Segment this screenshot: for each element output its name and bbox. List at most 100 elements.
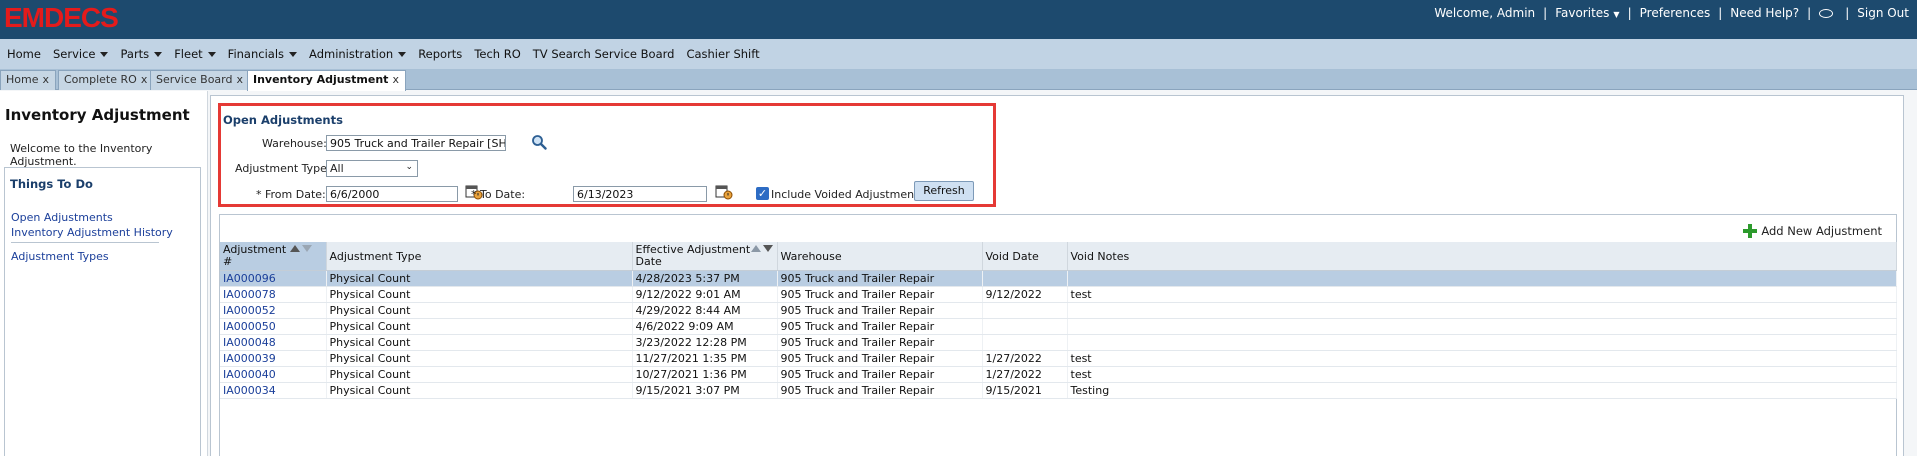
adjustment-link[interactable]: IA000034 xyxy=(223,384,276,397)
warehouse-cell: 905 Truck and Trailer Repair xyxy=(777,334,983,351)
table-row[interactable]: IA000040 Physical Count 10/27/2021 1:36 PM… xyxy=(220,366,1897,383)
to-date-input[interactable]: 6/13/2023 xyxy=(573,186,707,202)
sort-descending-icon[interactable] xyxy=(762,245,773,252)
void-notes-cell xyxy=(1067,334,1897,351)
warehouse-cell: 905 Truck and Trailer Repair xyxy=(777,366,983,383)
search-title: Open Adjustments xyxy=(223,113,343,127)
table-row[interactable]: IA000052 Physical Count 4/29/2022 8:44 AM 9… xyxy=(220,302,1897,319)
col-warehouse[interactable]: Warehouse xyxy=(777,242,983,271)
adjustment-link[interactable]: IA000039 xyxy=(223,352,276,365)
menu-item-service[interactable]: Service xyxy=(53,47,109,61)
adjustment-link[interactable]: IA000048 xyxy=(223,336,276,349)
adjustment-link[interactable]: IA000050 xyxy=(223,320,276,333)
table-row[interactable]: IA000050 Physical Count 4/6/2022 9:09 AM 90… xyxy=(220,318,1897,335)
link-adjustment-types[interactable]: Adjustment Types xyxy=(11,250,109,263)
table-row[interactable]: IA000048 Physical Count 3/23/2022 12:28 PM… xyxy=(220,334,1897,351)
include-voided-checkbox[interactable]: ✓ xyxy=(756,187,769,200)
add-new-adjustment-button[interactable]: Add New Adjustment xyxy=(1743,224,1882,238)
void-notes-cell xyxy=(1067,270,1897,287)
main-menu: Home Service Parts Fleet Financials Administr… xyxy=(0,39,1917,69)
refresh-button[interactable]: Refresh xyxy=(914,181,974,201)
effective-date-cell: 4/6/2022 9:09 AM xyxy=(632,318,778,335)
col-adjustment-type[interactable]: Adjustment Type xyxy=(326,242,633,271)
sort-icons[interactable] xyxy=(750,245,773,252)
void-notes-cell: Testing xyxy=(1067,382,1897,399)
chat-bubble-icon[interactable] xyxy=(1819,8,1834,18)
tab-home[interactable]: Home x xyxy=(0,70,56,90)
adjustment-link[interactable]: IA000078 xyxy=(223,288,276,301)
adjustment-link[interactable]: IA000040 xyxy=(223,368,276,381)
menu-item-home[interactable]: Home xyxy=(7,47,41,61)
favorites-menu[interactable]: Favorites ▼ xyxy=(1555,6,1619,20)
void-date-cell xyxy=(982,302,1068,319)
void-date-cell: 1/27/2022 xyxy=(982,350,1068,367)
menu-item-tv-search-service-board[interactable]: TV Search Service Board xyxy=(533,47,675,61)
preferences-link[interactable]: Preferences xyxy=(1640,6,1711,20)
warehouse-cell: 905 Truck and Trailer Repair xyxy=(777,270,983,287)
menu-item-parts[interactable]: Parts xyxy=(120,47,163,61)
close-icon[interactable]: x xyxy=(141,73,148,86)
chevron-down-icon: ⌄ xyxy=(405,162,413,172)
adjustment-type-cell: Physical Count xyxy=(326,302,633,319)
table-row[interactable]: IA000034 Physical Count 9/15/2021 3:07 PM 9… xyxy=(220,382,1897,399)
things-to-do-box: Things To Do Open Adjustments Inventory … xyxy=(4,167,201,456)
table-row[interactable]: IA000039 Physical Count 11/27/2021 1:35 PM… xyxy=(220,350,1897,367)
caret-down-icon xyxy=(289,51,298,57)
adjustment-link[interactable]: IA000096 xyxy=(223,272,276,285)
menu-item-cashier-shift[interactable]: Cashier Shift xyxy=(686,47,759,61)
welcome-message: Welcome to the Inventory Adjustment. xyxy=(10,142,153,168)
include-voided-label: Include Voided Adjustments xyxy=(771,188,925,201)
adjustment-type-cell: Physical Count xyxy=(326,366,633,383)
table-row[interactable]: IA000096 Physical Count 4/28/2023 5:37 PM 9… xyxy=(220,270,1897,287)
adjustment-type-select[interactable]: All ⌄ xyxy=(326,160,418,177)
help-link[interactable]: Need Help? xyxy=(1730,6,1799,20)
link-open-adjustments[interactable]: Open Adjustments xyxy=(11,211,113,224)
void-date-cell: 9/15/2021 xyxy=(982,382,1068,399)
col-void-notes[interactable]: Void Notes xyxy=(1067,242,1897,271)
tab-complete-ro[interactable]: Complete RO x xyxy=(58,70,155,90)
sort-descending-icon[interactable] xyxy=(302,245,312,252)
adjustments-table: Adjustment # Adjustment Type Effective A… xyxy=(220,242,1897,399)
adjustment-link[interactable]: IA000052 xyxy=(223,304,276,317)
void-date-cell: 1/27/2022 xyxy=(982,366,1068,383)
table-row[interactable]: IA000078 Physical Count 9/12/2022 9:01 AM 9… xyxy=(220,286,1897,303)
from-date-label: * From Date: xyxy=(256,188,326,201)
signout-link[interactable]: Sign Out xyxy=(1857,6,1909,20)
void-date-cell xyxy=(982,318,1068,335)
adjustment-type-cell: Physical Count xyxy=(326,350,633,367)
close-icon[interactable]: x xyxy=(392,73,399,86)
void-date-cell xyxy=(982,270,1068,287)
sort-ascending-icon[interactable] xyxy=(750,245,761,252)
col-void-date[interactable]: Void Date xyxy=(982,242,1068,271)
tab-service-board[interactable]: Service Board x xyxy=(150,70,250,90)
tab-inventory-adjustment[interactable]: Inventory Adjustment x xyxy=(247,70,406,91)
caret-down-icon xyxy=(154,51,163,57)
menu-item-tech-ro[interactable]: Tech RO xyxy=(474,47,520,61)
close-icon[interactable]: x xyxy=(42,73,49,86)
menu-item-financials[interactable]: Financials xyxy=(228,47,298,61)
app-logo[interactable]: EMDECS xyxy=(4,2,119,34)
adjustment-cell: IA000096 xyxy=(220,270,327,287)
menu-item-administration[interactable]: Administration xyxy=(309,47,407,61)
void-notes-cell: test xyxy=(1067,350,1897,367)
menu-item-reports[interactable]: Reports xyxy=(418,47,462,61)
from-date-input[interactable]: 6/6/2000 xyxy=(326,186,458,202)
search-icon[interactable] xyxy=(531,134,547,150)
tab-strip: Home x Complete RO x Service Board x Invent… xyxy=(0,69,1917,91)
close-icon[interactable]: x xyxy=(236,73,243,86)
adjustment-type-label: Adjustment Type: xyxy=(235,162,331,175)
effective-date-cell: 11/27/2021 1:35 PM xyxy=(632,350,778,367)
calendar-icon[interactable] xyxy=(715,184,733,200)
caret-down-icon: ▼ xyxy=(1613,10,1620,19)
warehouse-input[interactable]: 905 Truck and Trailer Repair [SHOP] xyxy=(326,135,506,151)
sort-icons[interactable] xyxy=(290,245,312,252)
sort-ascending-icon[interactable] xyxy=(290,245,300,252)
adjustments-panel: Add New Adjustment Adjustment # Adjustme… xyxy=(219,214,1897,456)
link-adjustment-history[interactable]: Inventory Adjustment History xyxy=(11,226,173,239)
menu-item-fleet[interactable]: Fleet xyxy=(174,47,216,61)
col-adjustment-no[interactable]: Adjustment # xyxy=(220,242,327,271)
plus-icon xyxy=(1743,224,1758,238)
col-effective-date[interactable]: Effective Adjustment Date xyxy=(632,242,778,271)
void-notes-cell xyxy=(1067,302,1897,319)
adjustment-type-cell: Physical Count xyxy=(326,286,633,303)
